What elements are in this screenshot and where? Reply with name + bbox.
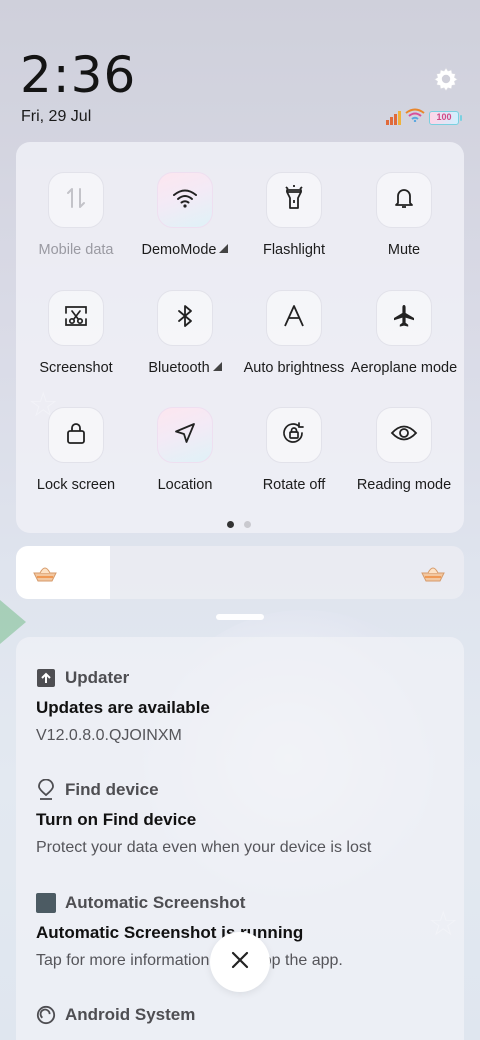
drag-handle[interactable] [216, 614, 264, 620]
tile-label: Lock screen [36, 477, 116, 493]
page-dot [244, 521, 251, 528]
tile-icon-box[interactable] [157, 172, 213, 228]
android-system-icon [36, 1005, 56, 1025]
airplane-icon [392, 304, 416, 333]
notification-header: Find device [36, 779, 446, 801]
notification-find-device[interactable]: Find device Turn on Find device Protect … [36, 779, 446, 857]
tile-label: Location [157, 477, 213, 493]
tile-label: DemoMode [131, 242, 239, 258]
tile-label: Reading mode [356, 477, 452, 493]
tile-mobile-data[interactable]: Mobile data [22, 172, 130, 258]
tile-mute[interactable]: Mute [350, 172, 458, 258]
settings-gear-icon[interactable] [432, 65, 460, 93]
tile-icon-box[interactable] [157, 290, 213, 346]
rotate-lock-icon [281, 421, 307, 450]
battery-icon: 100 [429, 110, 462, 125]
notification-header: Automatic Screenshot [36, 892, 446, 914]
date[interactable]: Fri, 29 Jul [21, 108, 91, 126]
location-pin-icon [36, 779, 56, 800]
tile-label-text: Bluetooth [148, 360, 210, 376]
tile-icon-box[interactable] [48, 290, 104, 346]
status-icons: 100 [386, 108, 462, 127]
tile-auto-brightness[interactable]: Auto brightness [240, 290, 348, 376]
close-button[interactable] [210, 932, 270, 992]
tile-label: Rotate off [262, 477, 326, 493]
notification-body: Protect your data even when your device … [36, 839, 372, 856]
location-icon [173, 421, 197, 450]
tile-label: Mute [387, 242, 421, 258]
tile-icon-box[interactable] [376, 290, 432, 346]
notification-title: Turn on Find device [36, 810, 197, 829]
page-dot-active [227, 521, 234, 528]
tile-location[interactable]: Location [131, 407, 239, 493]
mobile-data-icon [65, 186, 87, 215]
quick-settings-panel: Mobile data DemoMode Flashlight Mute Scr… [16, 142, 464, 533]
app-name: Android System [65, 1005, 196, 1024]
tile-label-text: DemoMode [141, 242, 217, 258]
tile-label: Auto brightness [243, 360, 345, 376]
signal-icon [386, 110, 401, 125]
tile-lock-screen[interactable]: Lock screen [22, 407, 130, 493]
wallpaper-shape [0, 600, 26, 644]
brightness-slider[interactable] [16, 546, 464, 599]
tile-icon-box[interactable] [266, 172, 322, 228]
tile-icon-box[interactable] [48, 172, 104, 228]
app-name: Automatic Screenshot [65, 893, 246, 912]
brightness-low-icon [31, 561, 59, 585]
clock[interactable]: 2:36 [20, 46, 136, 104]
wifi-status-icon [405, 108, 425, 127]
flashlight-icon [283, 184, 305, 216]
upload-arrow-icon [36, 668, 56, 688]
tile-rotate-off[interactable]: Rotate off [240, 407, 348, 493]
tile-aeroplane-mode[interactable]: Aeroplane mode [350, 290, 458, 376]
tile-label: Aeroplane mode [350, 360, 458, 376]
tile-label: Mobile data [38, 242, 114, 258]
bell-icon [393, 186, 415, 215]
tile-icon-box[interactable] [376, 172, 432, 228]
tile-label: Bluetooth [131, 360, 239, 376]
notification-body: V12.0.8.0.QJOINXM [36, 727, 182, 744]
notification-android-system[interactable]: Android System [36, 1004, 446, 1026]
tile-reading-mode[interactable]: Reading mode [350, 407, 458, 493]
tile-bluetooth[interactable]: Bluetooth [131, 290, 239, 376]
notification-header: Updater [36, 667, 446, 689]
notification-title: Updates are available [36, 698, 210, 717]
bluetooth-icon [176, 304, 194, 333]
square-app-icon [36, 893, 56, 913]
app-name: Find device [65, 780, 159, 799]
app-name: Updater [65, 668, 130, 687]
tile-icon-box[interactable] [157, 407, 213, 463]
auto-brightness-icon [283, 304, 305, 333]
notification-updater[interactable]: Updater Updates are available V12.0.8.0.… [36, 667, 446, 745]
wifi-icon [172, 187, 198, 214]
tile-icon-box[interactable] [376, 407, 432, 463]
page-indicator [227, 521, 251, 528]
close-icon [230, 950, 250, 975]
tile-icon-box[interactable] [48, 407, 104, 463]
tile-flashlight[interactable]: Flashlight [240, 172, 348, 258]
tile-wifi-demomode[interactable]: DemoMode [131, 172, 239, 258]
tile-icon-box[interactable] [266, 407, 322, 463]
screenshot-icon [64, 305, 88, 332]
tile-screenshot[interactable]: Screenshot [22, 290, 130, 376]
expand-triangle-icon [212, 362, 222, 371]
expand-triangle-icon [219, 244, 229, 253]
tile-label: Flashlight [262, 242, 326, 258]
lock-icon [65, 421, 87, 450]
eye-icon [390, 423, 418, 448]
tile-label: Screenshot [39, 360, 113, 376]
tile-icon-box[interactable] [266, 290, 322, 346]
notification-header: Android System [36, 1004, 446, 1026]
brightness-high-icon [419, 561, 447, 585]
